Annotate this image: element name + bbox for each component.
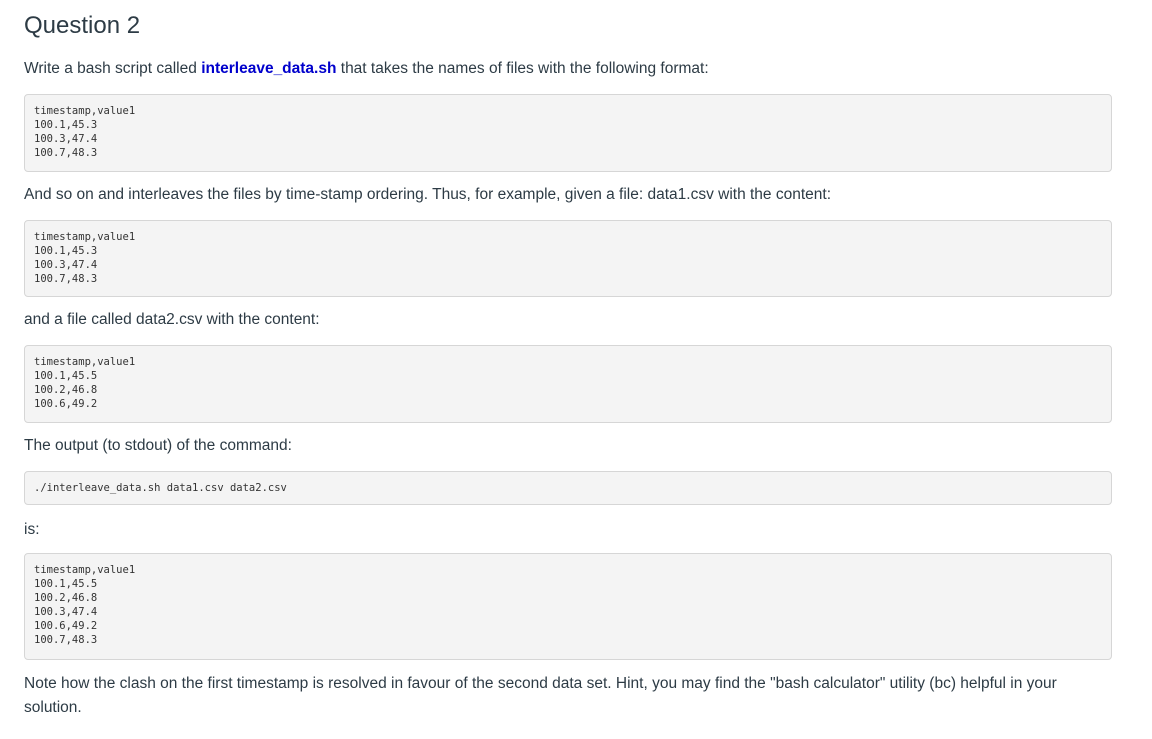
and-so-on-paragraph: And so on and interleaves the files by t… [24, 186, 832, 203]
script-name: interleave_data.sh [201, 60, 337, 77]
note-paragraph: Note how the clash on the first timestam… [24, 675, 1057, 716]
intro-text-before: Write a bash script called [24, 60, 202, 77]
is-paragraph: is: [24, 521, 40, 538]
format-example-code: timestamp,value1 100.1,45.3 100.3,47.4 1… [34, 105, 136, 159]
output-paragraph: The output (to stdout) of the command: [24, 437, 292, 454]
intro-text-after: that takes the names of files with the f… [336, 60, 709, 77]
data1-code-block: timestamp,value1 100.1,45.3 100.3,47.4 1… [24, 220, 1112, 297]
command-code: ./interleave_data.sh data1.csv data2.csv [34, 482, 287, 494]
question-title: Question 2 [24, 12, 141, 39]
intro-paragraph: Write a bash script called interleave_da… [24, 57, 1104, 81]
output-code-block: timestamp,value1 100.1,45.5 100.2,46.8 1… [24, 553, 1112, 660]
data2-paragraph: and a file called data2.csv with the con… [24, 311, 320, 328]
command-code-block: ./interleave_data.sh data1.csv data2.csv [24, 471, 1112, 505]
data1-code: timestamp,value1 100.1,45.3 100.3,47.4 1… [34, 231, 136, 285]
data2-code: timestamp,value1 100.1,45.5 100.2,46.8 1… [34, 356, 136, 410]
data2-code-block: timestamp,value1 100.1,45.5 100.2,46.8 1… [24, 345, 1112, 423]
format-example-code-block: timestamp,value1 100.1,45.3 100.3,47.4 1… [24, 94, 1112, 172]
output-code: timestamp,value1 100.1,45.5 100.2,46.8 1… [34, 564, 136, 646]
